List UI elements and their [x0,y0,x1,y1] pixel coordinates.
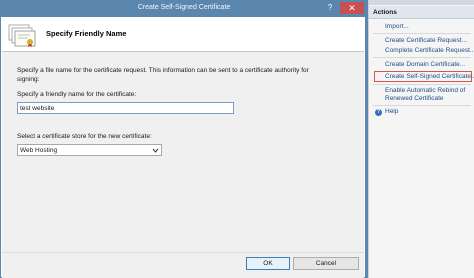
dialog-titlebar[interactable]: Create Self-Signed Certificate ? ✕ [1,1,367,17]
actions-header: Actions [369,6,474,19]
description-text: Specify a file name for the certificate … [17,67,309,83]
help-icon: ? [375,109,382,116]
actions-pane: Actions Import... Create Certificate Req… [368,0,474,278]
action-create-self-signed-certificate[interactable]: Create Self-Signed Certificate... [374,71,474,82]
divider [373,33,471,34]
certificate-icon [8,24,36,47]
create-certificate-dialog: Create Self-Signed Certificate ? ✕ Speci… [0,0,367,278]
friendly-name-label: Specify a friendly name for the certific… [17,91,137,98]
actions-strip [369,0,474,5]
actions-header-label: Actions [373,9,397,16]
action-label: Renewed Certificate [385,95,444,102]
action-label: Create Certificate Request... [385,37,468,44]
dialog-footer: OK Cancel [2,252,364,278]
chevron-down-icon [152,148,159,153]
divider [373,105,471,106]
certificate-store-value: Web Hosting [20,147,58,154]
dialog-title: Create Self-Signed Certificate [137,4,231,11]
certificate-store-select[interactable]: Web Hosting [17,144,162,156]
ok-button[interactable]: OK [246,257,290,270]
action-label: Create Domain Certificate... [385,61,466,68]
action-label: Help [385,108,399,115]
friendly-name-input[interactable] [17,102,234,114]
action-label: Enable Automatic Rebind of [385,87,466,94]
dialog-body: Specify a file name for the certificate … [2,52,364,263]
close-button[interactable]: ✕ [340,2,364,14]
action-label: Create Self-Signed Certificate... [385,73,474,80]
action-label: Complete Certificate Request... [385,47,474,54]
help-button[interactable]: ? [321,2,339,14]
dialog-header: Specify Friendly Name [2,17,364,52]
page-title: Specify Friendly Name [46,29,127,38]
divider [373,57,471,58]
certificate-store-label: Select a certificate store for the new c… [17,133,152,140]
action-label: Import... [385,23,409,30]
divider [373,84,471,85]
cancel-button[interactable]: Cancel [293,257,359,270]
